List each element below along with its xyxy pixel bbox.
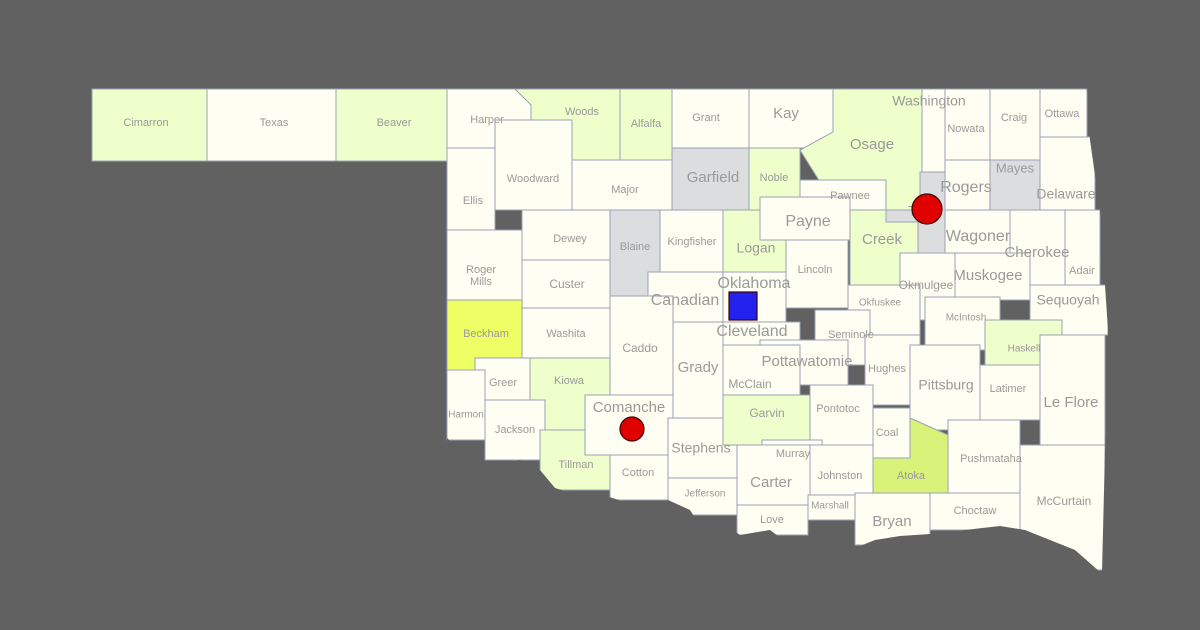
county-label-washington: Washington	[892, 93, 965, 109]
county-label-greer: Greer	[489, 377, 517, 389]
county-label-dewey: Dewey	[553, 233, 587, 245]
county-label-haskell: Haskell	[1008, 344, 1041, 355]
county-label-beckham: Beckham	[463, 328, 509, 340]
county-harmon[interactable]	[446, 369, 486, 441]
county-label-delaware: Delaware	[1036, 186, 1095, 202]
county-label-mcclain: McClain	[728, 377, 771, 391]
county-label-comanche: Comanche	[593, 399, 666, 416]
county-label-cherokee: Cherokee	[1004, 244, 1069, 261]
county-label-marshall: Marshall	[811, 501, 849, 512]
county-label-muskogee: Muskogee	[953, 267, 1022, 284]
county-pontotoc[interactable]	[809, 384, 874, 446]
county-label-mccurtain: McCurtain	[1037, 494, 1092, 508]
county-label-coal: Coal	[876, 427, 899, 439]
county-label-sequoyah: Sequoyah	[1036, 292, 1099, 308]
county-label-grant: Grant	[692, 112, 720, 124]
county-label-osage: Osage	[850, 136, 894, 153]
red-circle-marker[interactable]	[619, 416, 645, 442]
county-label-wagoner: Wagoner	[946, 228, 1011, 245]
county-label-ottawa: Ottawa	[1045, 108, 1081, 120]
county-woodward[interactable]	[494, 119, 573, 211]
county-label-nowata: Nowata	[947, 123, 985, 135]
county-le-flore[interactable]	[1039, 334, 1106, 446]
county-label-rogers: Rogers	[940, 179, 992, 196]
county-label-woodward: Woodward	[507, 173, 559, 185]
county-label-adair: Adair	[1069, 265, 1095, 277]
county-label-hughes: Hughes	[868, 363, 906, 375]
county-label-love: Love	[760, 514, 784, 526]
county-label-pontotoc: Pontotoc	[816, 403, 860, 415]
county-label-creek: Creek	[862, 231, 903, 248]
county-label-pittsburg: Pittsburg	[918, 377, 973, 393]
county-label-grady: Grady	[678, 359, 719, 376]
county-label-cotton: Cotton	[622, 467, 654, 479]
county-label-logan: Logan	[737, 240, 776, 256]
county-label-payne: Payne	[785, 213, 830, 230]
county-label-blaine: Blaine	[620, 241, 651, 253]
county-label-mayes: Mayes	[996, 160, 1035, 175]
county-label-okfuskee: Okfuskee	[859, 298, 902, 309]
county-label-tillman: Tillman	[558, 459, 593, 471]
county-label-garfield: Garfield	[687, 169, 740, 186]
county-label-kingfisher: Kingfisher	[668, 236, 717, 248]
county-label-okmulgee: Okmulgee	[899, 278, 954, 292]
county-label-choctaw: Choctaw	[954, 505, 997, 517]
county-label-harper: Harper	[470, 114, 504, 126]
county-label-cimarron: Cimarron	[123, 117, 168, 129]
county-label-le-flore: Le Flore	[1043, 394, 1098, 411]
county-label-pawnee: Pawnee	[830, 190, 870, 202]
county-label-seminole: Seminole	[828, 329, 874, 341]
county-label-pushmataha: Pushmataha	[960, 453, 1023, 465]
county-label-pottawatomie: Pottawatomie	[762, 353, 853, 370]
county-label-stephens: Stephens	[671, 440, 730, 456]
county-label-alfalfa: Alfalfa	[631, 118, 662, 130]
county-label-murray: Murray	[776, 448, 811, 460]
county-label-custer: Custer	[549, 277, 584, 291]
county-label-garvin: Garvin	[749, 406, 784, 420]
county-label-craig: Craig	[1001, 112, 1027, 124]
county-label-roger-mills: Roger Mills	[466, 264, 496, 288]
red-circle-marker[interactable]	[911, 193, 943, 225]
county-label-cleveland: Cleveland	[716, 323, 787, 340]
county-label-atoka: Atoka	[897, 470, 926, 482]
county-label-johnston: Johnston	[818, 470, 863, 482]
county-label-lincoln: Lincoln	[798, 264, 833, 276]
oklahoma-county-map: Cimarron Texas Beaver Harper Woods Alfalfa Gra…	[0, 0, 1200, 630]
county-label-oklahoma: Oklahoma	[718, 275, 791, 292]
county-label-caddo: Caddo	[622, 341, 658, 355]
county-label-bryan: Bryan	[872, 513, 911, 530]
county-craig[interactable]	[989, 88, 1041, 161]
county-label-jackson: Jackson	[495, 424, 535, 436]
county-label-kiowa: Kiowa	[554, 375, 585, 387]
county-label-jefferson: Jefferson	[685, 489, 726, 500]
county-label-harmon: Harmon	[448, 410, 484, 421]
county-label-noble: Noble	[760, 172, 789, 184]
county-label-mcintosh: McIntosh	[946, 313, 987, 324]
county-label-texas: Texas	[260, 117, 289, 129]
county-label-carter: Carter	[750, 474, 792, 491]
county-label-major: Major	[611, 184, 639, 196]
blue-square-marker[interactable]	[728, 291, 758, 321]
county-label-ellis: Ellis	[463, 195, 484, 207]
county-label-beaver: Beaver	[377, 117, 412, 129]
county-label-latimer: Latimer	[990, 383, 1027, 395]
county-label-kay: Kay	[773, 105, 799, 122]
county-label-canadian: Canadian	[651, 292, 720, 309]
county-label-woods: Woods	[565, 106, 600, 118]
county-label-washita: Washita	[546, 328, 586, 340]
